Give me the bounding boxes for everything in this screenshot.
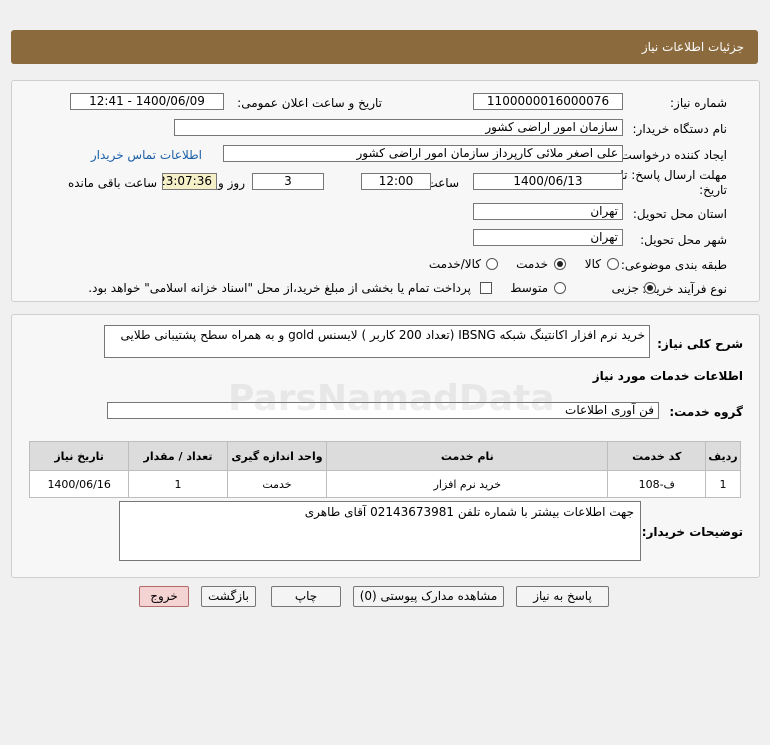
request-info-panel: شماره نیاز: 1100000016000076 تاریخ و ساع…	[11, 80, 760, 302]
cell-service-code: ف-108	[607, 470, 707, 498]
province-field: تهران	[473, 203, 623, 220]
province-label: استان محل تحویل:	[632, 207, 727, 221]
treasury-payment-note: پرداخت تمام یا بخشی از مبلغ خرید،از محل …	[88, 281, 471, 295]
announce-date-label: تاریخ و ساعت اعلان عمومی:	[237, 96, 382, 110]
deadline-label-date: تاریخ:	[699, 183, 727, 197]
category-radio-goods-service[interactable]	[486, 258, 498, 270]
city-field: تهران	[473, 229, 623, 246]
remaining-time-label: ساعت باقی مانده	[67, 176, 157, 190]
deadline-label: مهلت ارسال پاسخ: تا	[620, 168, 727, 182]
buyer-contact-link[interactable]: اطلاعات تماس خریدار	[91, 148, 202, 162]
need-details-panel: شرح کلی نیاز: خرید نرم افزار اکانتینگ شب…	[11, 314, 760, 578]
services-heading: اطلاعات خدمات مورد نیاز	[592, 369, 743, 383]
cell-service-name: خرید نرم افزار	[326, 470, 609, 498]
col-unit: واحد اندازه گیری	[226, 441, 328, 471]
buyer-notes-label: توضیحات خریدار:	[641, 525, 743, 539]
process-radio-medium[interactable]	[554, 282, 566, 294]
cell-quantity: 1	[128, 470, 228, 498]
category-label: طبقه بندی موضوعی:	[620, 258, 727, 272]
reply-button[interactable]: پاسخ به نیاز	[516, 586, 609, 607]
announce-date-field: 1400/06/09 - 12:41	[70, 93, 224, 110]
process-radio-minor[interactable]	[644, 282, 656, 294]
back-button[interactable]: بازگشت	[201, 586, 256, 607]
requester-field: علی اصغر ملائی کارپرداز سازمان امور اراض…	[223, 145, 623, 162]
deadline-time-label: ساعت	[426, 176, 459, 190]
col-service-code: کد خدمت	[607, 441, 707, 471]
services-table: ردیف کد خدمت نام خدمت واحد اندازه گیری ت…	[28, 441, 741, 498]
buyer-org-field: سازمان امور اراضی کشور	[174, 119, 623, 136]
need-number-field: 1100000016000076	[473, 93, 623, 110]
category-radio-service[interactable]	[554, 258, 566, 270]
deadline-date-field: 1400/06/13	[473, 173, 623, 190]
page-header: جزئیات اطلاعات نیاز	[11, 30, 758, 64]
category-option-goods: کالا	[584, 257, 601, 271]
col-quantity: تعداد / مقدار	[128, 441, 228, 471]
col-row-number: ردیف	[705, 441, 741, 471]
city-label: شهر محل تحویل:	[640, 233, 727, 247]
deadline-time-field: 12:00	[361, 173, 431, 190]
treasury-payment-checkbox[interactable]	[480, 282, 492, 294]
cell-need-date: 1400/06/16	[28, 470, 130, 498]
buyer-notes-field: جهت اطلاعات بیشتر با شماره تلفن 02143673…	[119, 501, 641, 561]
page-title: جزئیات اطلاعات نیاز	[641, 40, 744, 54]
service-group-field: فن آوری اطلاعات	[107, 402, 659, 419]
col-need-date: تاریخ نیاز	[28, 441, 130, 471]
cell-row-number: 1	[705, 470, 741, 498]
remaining-time-field: 23:07:36	[162, 173, 217, 190]
cell-unit: خدمت	[226, 470, 328, 498]
table-row: 1 ف-108 خرید نرم افزار خدمت 1 1400/06/16	[28, 470, 741, 498]
buyer-org-label: نام دستگاه خریدار:	[632, 122, 728, 136]
category-option-goods-service: کالا/خدمت	[428, 257, 481, 271]
days-label: روز و	[218, 176, 245, 190]
requester-label: ایجاد کننده درخواست:	[616, 148, 727, 162]
table-header-row: ردیف کد خدمت نام خدمت واحد اندازه گیری ت…	[28, 441, 741, 471]
process-option-minor: جزیی	[611, 281, 639, 295]
print-button[interactable]: چاپ	[271, 586, 341, 607]
category-radio-goods[interactable]	[607, 258, 619, 270]
col-service-name: نام خدمت	[326, 441, 609, 471]
summary-field: خرید نرم افزار اکانتینگ شبکه IBSNG (تعدا…	[104, 325, 650, 358]
category-option-service: خدمت	[516, 257, 548, 271]
exit-button[interactable]: خروج	[139, 586, 189, 607]
days-field: 3	[252, 173, 324, 190]
need-number-label: شماره نیاز:	[670, 96, 727, 110]
process-option-medium: متوسط	[510, 281, 548, 295]
summary-label: شرح کلی نیاز:	[657, 337, 743, 351]
service-group-label: گروه خدمت:	[669, 405, 743, 419]
attachments-button[interactable]: مشاهده مدارک پیوستی (0)	[353, 586, 504, 607]
